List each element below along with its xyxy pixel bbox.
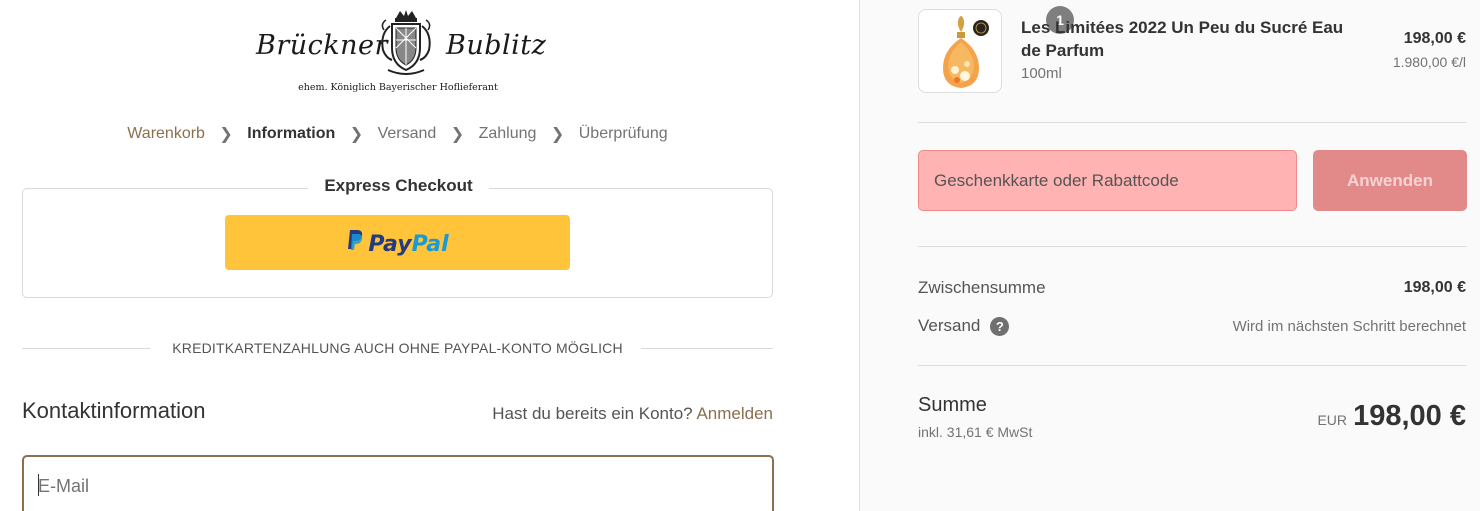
breadcrumb-cart[interactable]: Warenkorb (127, 125, 205, 143)
contact-info-heading: Kontaktinformation (22, 398, 206, 423)
chevron-right-icon: ❯ (550, 126, 565, 143)
credit-card-divider: KREDITKARTENZAHLUNG AUCH OHNE PAYPAL-KON… (22, 338, 773, 360)
express-checkout-box: Express Checkout PayPal (22, 176, 773, 298)
text-caret (38, 474, 39, 496)
tax-note: inkl. 31,61 € MwSt (918, 424, 1033, 440)
perfume-bottle-icon (943, 16, 989, 88)
breadcrumb: Warenkorb ❯ Information ❯ Versand ❯ Zahl… (0, 124, 795, 144)
logo-subtitle: ehem. Königlich Bayerischer Hoflieferant (298, 82, 498, 93)
paypal-pal-text: Pal (411, 231, 449, 257)
express-checkout-title: Express Checkout (308, 176, 489, 195)
breadcrumb-payment: Zahlung (478, 125, 537, 142)
apply-discount-button[interactable]: Anwenden (1313, 150, 1467, 211)
paypal-p-icon (348, 229, 363, 250)
divider-text-wrap: KREDITKARTENZAHLUNG AUCH OHNE PAYPAL-KON… (22, 340, 773, 356)
separator (918, 365, 1467, 366)
currency-code: EUR (1317, 412, 1347, 428)
breadcrumb-review: Überprüfung (578, 125, 668, 142)
shipping-label: Versand (918, 316, 981, 335)
breadcrumb-information: Information (247, 125, 336, 142)
logo-name-left: Brückner (256, 30, 388, 61)
subtotal-label: Zwischensumme (918, 278, 1046, 297)
checkout-main: Brückner Bublitz ehem. Königlich Bayeris… (0, 0, 860, 511)
shipping-row-label: Versand? (918, 316, 1010, 337)
order-summary: 1 Les Limitées 2022 Un Peu du Sucré Eau … (859, 0, 1480, 511)
product-variant: 100ml (1021, 65, 1062, 82)
total-label: Summe (918, 394, 987, 416)
chevron-right-icon: ❯ (349, 126, 364, 143)
login-prompt: Hast du bereits ein Konto? Anmelden (492, 404, 773, 424)
store-logo[interactable]: Brückner Bublitz ehem. Königlich Bayeris… (248, 6, 548, 98)
login-link[interactable]: Anmelden (696, 404, 773, 423)
product-title: Les Limitées 2022 Un Peu du Sucré Eau de… (1021, 18, 1344, 60)
product-unit-price: 1.980,00 €/l (1392, 54, 1466, 70)
subtotal-value: 198,00 € (1403, 279, 1466, 296)
product-thumbnail: 1 (918, 6, 1074, 93)
chevron-right-icon: ❯ (450, 126, 465, 143)
paypal-button[interactable]: PayPal (225, 215, 570, 270)
email-input[interactable] (22, 455, 774, 511)
express-checkout-title-wrap: Express Checkout (23, 176, 774, 196)
product-price: 198,00 € (1403, 30, 1466, 47)
shipping-value: Wird im nächsten Schritt berechnet (1232, 318, 1466, 335)
separator (918, 122, 1467, 123)
breadcrumb-shipping: Versand (377, 125, 437, 142)
royal-crest-icon (381, 10, 431, 75)
paypal-pay-text: Pay (368, 231, 412, 257)
paypal-logo: PayPal (346, 229, 449, 257)
discount-code-input[interactable] (918, 150, 1297, 211)
separator (918, 246, 1467, 247)
help-icon[interactable]: ? (990, 317, 1010, 337)
login-prompt-text: Hast du bereits ein Konto? (492, 404, 693, 423)
divider-text: KREDITKARTENZAHLUNG AUCH OHNE PAYPAL-KON… (156, 340, 639, 356)
chevron-right-icon: ❯ (219, 126, 233, 143)
total-amount: 198,00 € (1353, 400, 1466, 432)
logo-name-right: Bublitz (446, 30, 547, 61)
